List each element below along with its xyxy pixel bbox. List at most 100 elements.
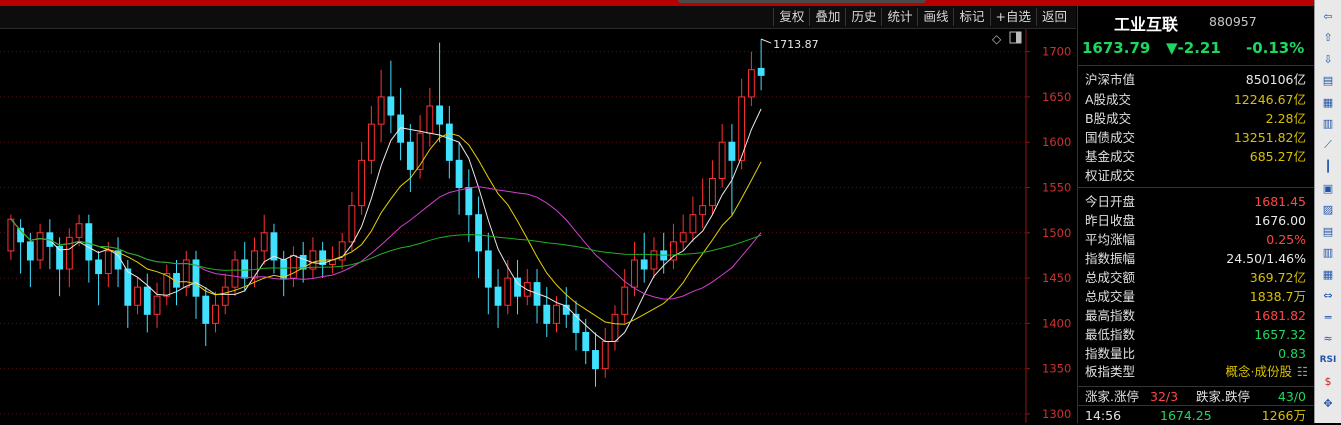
toolbar-button-5[interactable]: 标记 — [953, 8, 989, 26]
index-type-row[interactable]: 板指类型 概念·成份股 ☷ — [1078, 362, 1314, 381]
candle-body — [708, 177, 716, 207]
f2-icon[interactable]: ▦ — [1319, 266, 1337, 282]
panel-toggle-icon-fill — [1016, 32, 1021, 43]
stat-label: 国债成交 — [1085, 130, 1136, 145]
down-value: 43/0 — [1277, 389, 1306, 404]
rsi-icon[interactable]: RSI — [1319, 352, 1337, 368]
y-tick-label: 1650 — [1042, 90, 1071, 104]
candle-body — [26, 241, 34, 261]
back-arrow-icon[interactable]: ⇦ — [1319, 8, 1337, 24]
candle-body — [75, 223, 83, 238]
toolbar-button-7[interactable]: 返回 — [1035, 8, 1072, 26]
wave-icon[interactable]: ≈ — [1319, 331, 1337, 347]
toolbar-button-3[interactable]: 统计 — [881, 8, 917, 26]
table-icon[interactable]: ▣ — [1319, 180, 1337, 196]
stat-row: 最低指数 1657.32 — [1078, 325, 1314, 344]
down-arrow-icon[interactable]: ⇩ — [1319, 51, 1337, 67]
index-code: 880957 — [1209, 14, 1257, 29]
stat-label: 平均涨幅 — [1085, 232, 1136, 247]
candle-body — [65, 236, 73, 270]
candle-body — [650, 250, 658, 270]
candle-body — [543, 304, 551, 324]
f10-icon[interactable]: ▤ — [1319, 73, 1337, 89]
y-tick-label: 1400 — [1042, 316, 1071, 330]
stat-row: 今日开盘 1681.45 — [1078, 192, 1314, 211]
candle-body — [455, 159, 463, 189]
candle-body — [260, 232, 268, 252]
list-icon[interactable]: ▦ — [1319, 94, 1337, 110]
candle-body — [134, 286, 141, 306]
finance-icon[interactable]: ▨ — [1319, 202, 1337, 218]
stat-label: 基金成交 — [1085, 149, 1136, 164]
stat-value: 850106亿 — [1245, 72, 1306, 87]
f10-alt-icon[interactable]: ▥ — [1319, 245, 1337, 261]
index-type-value[interactable]: 概念·成份股 — [1226, 362, 1292, 381]
stat-row: 基金成交 685.27亿 — [1078, 147, 1314, 166]
money-icon[interactable]: $ — [1319, 374, 1337, 390]
up-arrow-icon[interactable]: ⇧ — [1319, 30, 1337, 46]
candle-icon[interactable]: ┃ — [1319, 159, 1337, 175]
line-chart-icon[interactable]: ⟋ — [1319, 137, 1337, 153]
stat-label: 昨日收盘 — [1085, 213, 1136, 228]
candle-body — [290, 254, 297, 279]
doc-icon[interactable]: ▤ — [1319, 223, 1337, 239]
stat-value: 1657.32 — [1254, 327, 1306, 342]
stat-row: B股成交 2.28亿 — [1078, 109, 1314, 128]
expand-icon[interactable]: ✥ — [1319, 395, 1337, 411]
divider — [1078, 65, 1314, 66]
menu-icon[interactable]: ☷ — [1297, 362, 1308, 381]
divider-icon[interactable]: ═ — [1319, 309, 1337, 325]
grid-icon[interactable]: ▥ — [1319, 116, 1337, 132]
stat-label: 最高指数 — [1085, 308, 1136, 323]
stat-value: 24.50/1.46% — [1226, 251, 1306, 266]
stat-value: 685.27亿 — [1249, 149, 1306, 164]
kline-chart[interactable]: 1300 1350 1400 1450 1500 1550 1600 1650 1700 1713… — [0, 29, 1076, 423]
tick-volume: 1266万 — [1261, 408, 1306, 423]
candle-body — [572, 313, 580, 333]
kline-svg[interactable]: 1300 1350 1400 1450 1500 1550 1600 1650 1700 1713… — [0, 29, 1076, 423]
candle-body — [475, 214, 482, 252]
y-tick-label: 1600 — [1042, 135, 1071, 149]
candle-body — [143, 286, 151, 315]
stat-label: A股成交 — [1085, 92, 1132, 107]
candle-body — [689, 214, 697, 234]
stat-label: 最低指数 — [1085, 327, 1136, 342]
candle-body — [416, 132, 424, 170]
candle-body — [670, 241, 677, 261]
stat-value: 12246.67亿 — [1233, 92, 1306, 107]
high-marker-line — [760, 38, 772, 44]
stat-label: 今日开盘 — [1085, 194, 1136, 209]
candle-body — [124, 268, 132, 306]
stat-value: 0.25% — [1266, 232, 1306, 247]
candle-body — [95, 259, 102, 275]
window-tab[interactable] — [678, 0, 926, 3]
chart-toolbar: 复权 叠加 历史 统计 画线 标记 +自选 返回 — [0, 6, 1076, 29]
compare-icon[interactable]: ⇔ — [1319, 288, 1337, 304]
candle-body — [592, 350, 599, 370]
candle-body — [241, 259, 249, 279]
y-tick-label: 1350 — [1042, 362, 1071, 376]
toolbar-button-1[interactable]: 叠加 — [809, 8, 845, 26]
stat-row: 权证成交 — [1078, 166, 1314, 185]
toolbar-button-6[interactable]: +自选 — [989, 8, 1036, 26]
stat-value: 1838.7万 — [1249, 289, 1306, 304]
candle-body — [504, 277, 512, 306]
toolbar-button-4[interactable]: 画线 — [917, 8, 953, 26]
stat-row: 指数量比 0.83 — [1078, 344, 1314, 363]
ma60-line — [10, 218, 762, 271]
updown-row: 涨家.涨停 32/3 跌家.跌停 43/0 — [1078, 387, 1314, 406]
divider — [1078, 187, 1314, 188]
stat-row: A股成交 12246.67亿 — [1078, 90, 1314, 109]
stat-row: 昨日收盘 1676.00 — [1078, 211, 1314, 230]
price-change: ▼-2.21 — [1166, 39, 1221, 57]
candle-body — [426, 105, 434, 134]
y-tick-label: 1700 — [1042, 45, 1071, 59]
candle-body — [621, 286, 629, 315]
candle-body — [640, 259, 648, 270]
toolbar-button-2[interactable]: 历史 — [845, 8, 881, 26]
ma5-line — [10, 108, 762, 342]
tick-time: 14:56 — [1085, 408, 1122, 423]
candle-body — [367, 123, 375, 161]
candle-body — [728, 141, 736, 161]
toolbar-button-0[interactable]: 复权 — [773, 8, 809, 26]
